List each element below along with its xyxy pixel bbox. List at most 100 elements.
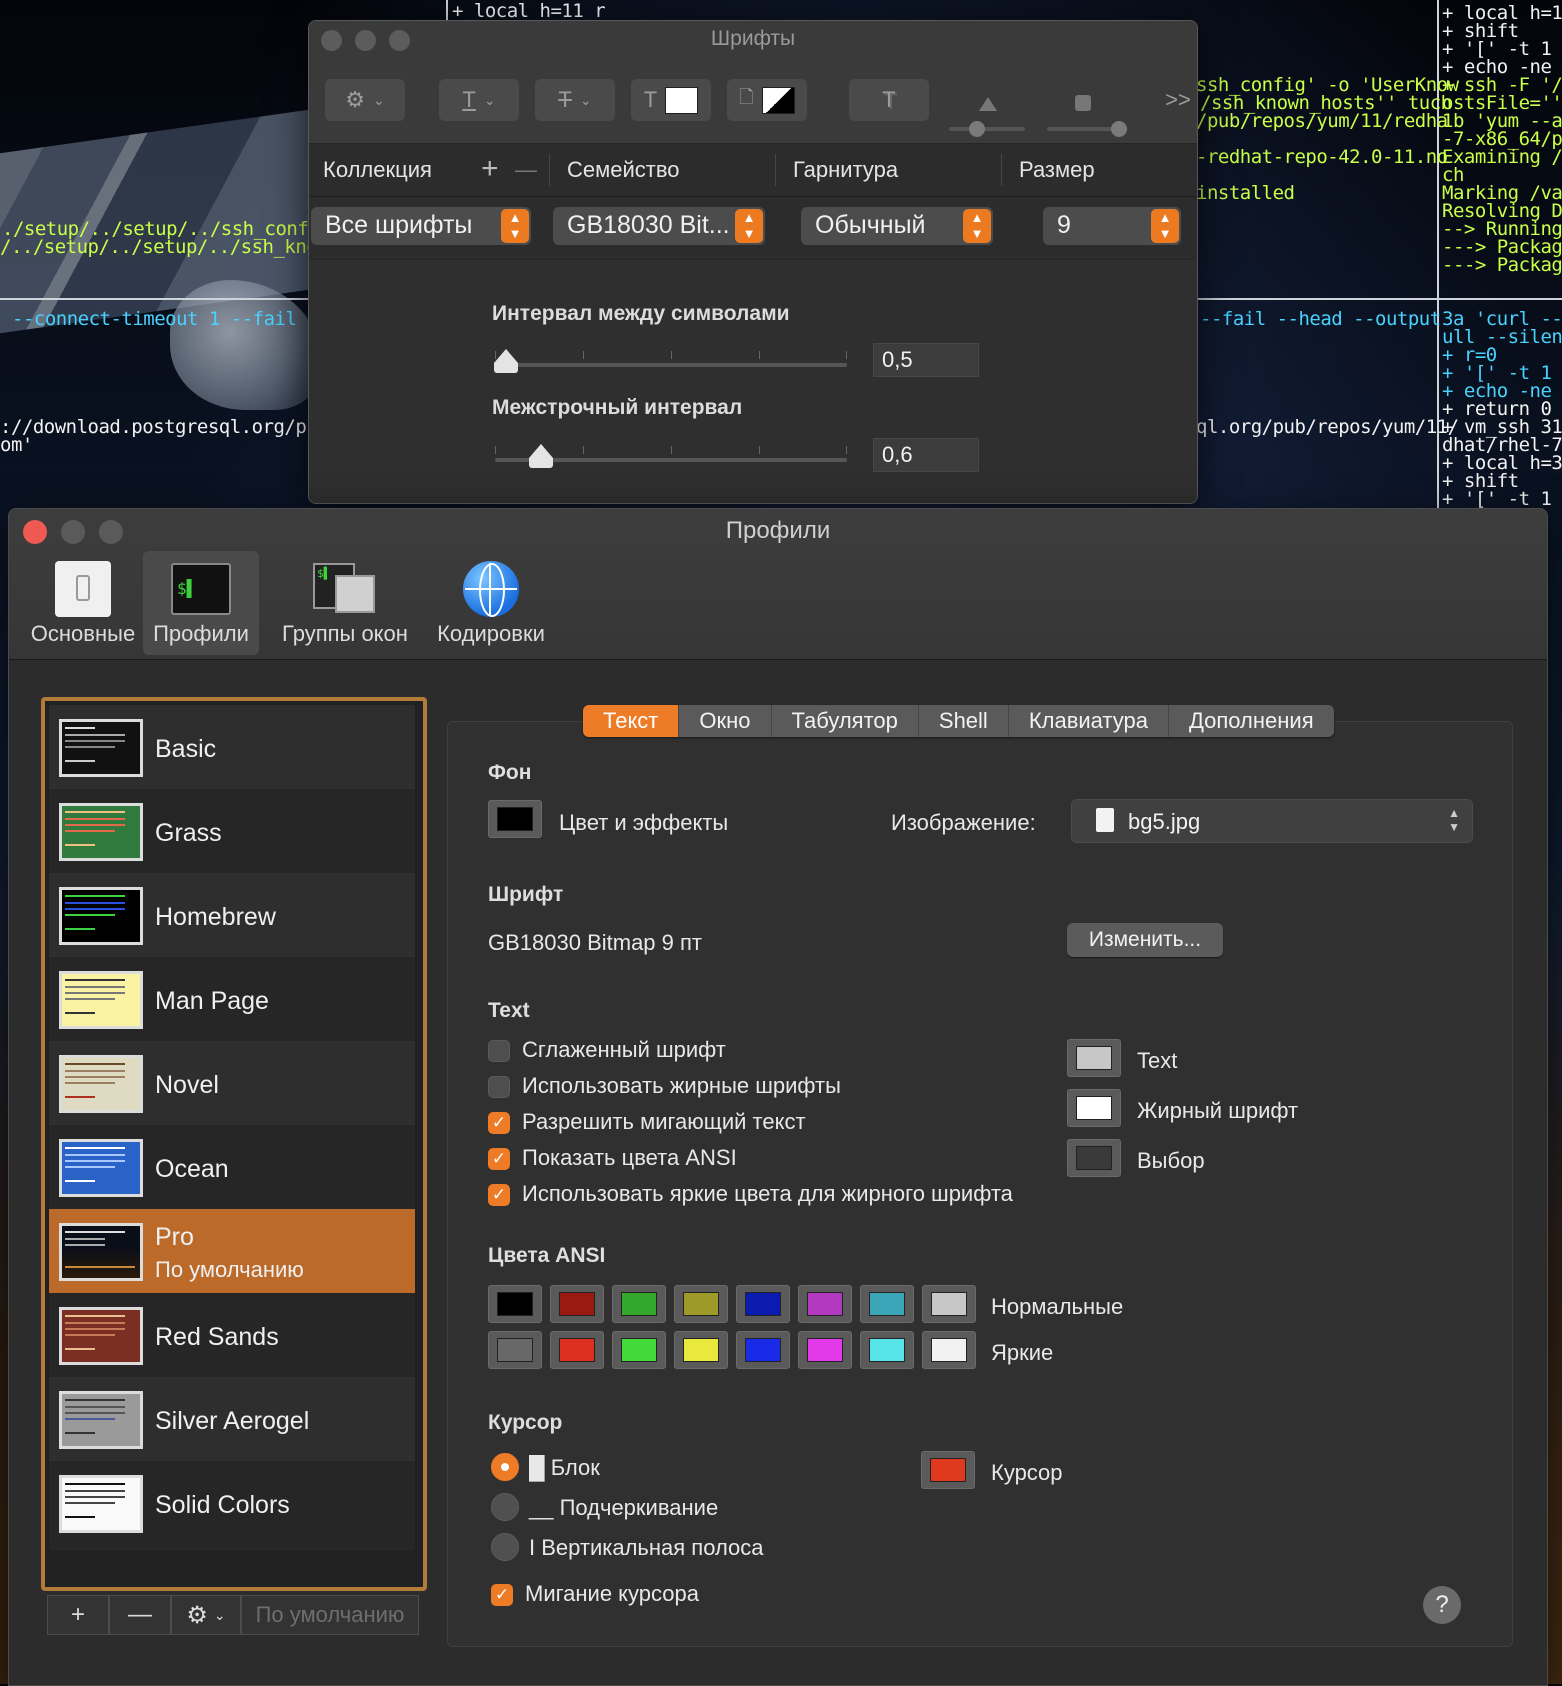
terminal-line: /pub/repos/yum/11/redha (1196, 110, 1448, 132)
cursor-underline-radio[interactable] (491, 1493, 519, 1521)
profile-name: Novel (155, 1071, 219, 1099)
remove-profile-button[interactable]: — (109, 1595, 171, 1635)
strikethrough-button[interactable]: T ⌄ (535, 79, 615, 121)
typeface-popup[interactable]: Обычный ▲ ▼ (801, 207, 993, 245)
collection-popup[interactable]: Все шрифты ▲ ▼ (311, 207, 531, 245)
ansi-normal-color-well-6[interactable] (860, 1285, 914, 1323)
pane-general[interactable]: Основные (13, 551, 153, 655)
bold-color-well[interactable] (1067, 1089, 1121, 1127)
ansi-normal-color-well-5[interactable] (798, 1285, 852, 1323)
profile-item-basic[interactable]: Basic (49, 705, 415, 795)
size-popup[interactable]: 9 ▲ ▼ (1043, 207, 1181, 245)
profile-thumbnail (59, 1475, 143, 1533)
ansi-bright-color-well-2[interactable] (612, 1331, 666, 1369)
ansi-normal-color-well-7[interactable] (922, 1285, 976, 1323)
tab-window[interactable]: Окно (679, 705, 772, 737)
tab-shell[interactable]: Shell (919, 705, 1009, 737)
pane-profiles[interactable]: $▌ Профили (143, 551, 259, 655)
antialias-checkbox[interactable] (488, 1040, 510, 1062)
family-value: GB18030 Bit... (567, 211, 730, 239)
document-color-swatch (761, 86, 795, 114)
help-button[interactable]: ? (1423, 1586, 1461, 1624)
terminal-line: ---> Package (1442, 254, 1562, 276)
line-spacing-thumb[interactable] (528, 444, 553, 468)
shadow-button[interactable]: T (849, 79, 929, 121)
tab-keyboard[interactable]: Клавиатура (1009, 705, 1169, 737)
more-toolbar-button[interactable]: >> (1161, 79, 1195, 121)
char-spacing-slider[interactable] (493, 349, 847, 373)
tab-advanced[interactable]: Дополнения (1169, 705, 1334, 737)
selection-color-well[interactable] (1067, 1139, 1121, 1177)
text-color-button[interactable]: T (631, 79, 711, 121)
bright-bold-label: Использовать яркие цвета для жирного шри… (522, 1181, 1013, 1206)
change-font-button[interactable]: Изменить... (1067, 923, 1223, 957)
bold-fonts-checkbox[interactable] (488, 1076, 510, 1098)
action-menu-button[interactable]: ⚙ ⌄ (325, 79, 405, 121)
document-color-button[interactable]: 🗋 (727, 79, 807, 121)
ansi-normal-color-well-2[interactable] (612, 1285, 666, 1323)
ansi-normal-color-well-0[interactable] (488, 1285, 542, 1323)
set-default-button[interactable]: По умолчанию (241, 1595, 419, 1635)
profile-actions-button[interactable]: ⚙ ⌄ (171, 1595, 241, 1635)
tab-tab[interactable]: Табулятор (772, 705, 919, 737)
char-spacing-thumb[interactable] (493, 349, 518, 373)
line-spacing-slider[interactable] (495, 444, 847, 468)
ansi-normal-color-well-4[interactable] (736, 1285, 790, 1323)
ansi-normal-color-well-1[interactable] (550, 1285, 604, 1323)
profile-item-grass[interactable]: Grass (49, 789, 415, 879)
profile-item-novel[interactable]: Novel (49, 1041, 415, 1131)
pane-window-groups[interactable]: $▌ Группы окон (263, 551, 427, 655)
ansi-bright-color-well-4[interactable] (736, 1331, 790, 1369)
ansi-bright-color-well-5[interactable] (798, 1331, 852, 1369)
background-image-select[interactable]: bg5.jpg ▲ ▼ (1071, 799, 1473, 843)
profile-item-red-sands[interactable]: Red Sands (49, 1293, 415, 1383)
ansi-normal-color-well-3[interactable] (674, 1285, 728, 1323)
terminal-line: ://download.postgresql.org/pub/ (0, 416, 340, 438)
profile-item-pro[interactable]: Pro По умолчанию (49, 1209, 415, 1299)
ansi-bright-color-well-1[interactable] (550, 1331, 604, 1369)
cursor-block-radio[interactable] (491, 1453, 519, 1481)
font-section-title: Шрифт (488, 883, 564, 906)
fonts-column-headers: Коллекция + — Семейство Гарнитура Размер (309, 144, 1197, 197)
cursor-blink-checkbox[interactable]: ✓ (491, 1584, 513, 1606)
ansi-bright-color-well-7[interactable] (922, 1331, 976, 1369)
terminal-line: ql.org/pub/repos/yum/11/ (1196, 416, 1459, 438)
profile-item-homebrew[interactable]: Homebrew (49, 873, 415, 963)
text-color-well[interactable] (1067, 1039, 1121, 1077)
terminal-line: /../setup/../setup/../ssh_known (0, 236, 340, 258)
ansi-bright-color-well-6[interactable] (860, 1331, 914, 1369)
text-color-label: Text (1137, 1048, 1178, 1073)
gear-icon: ⚙ (345, 87, 365, 112)
image-label: Изображение: (891, 810, 1036, 835)
terminal-line: + local h=11 r (452, 0, 606, 22)
underline-button[interactable]: T ⌄ (439, 79, 519, 121)
background-color-well[interactable] (488, 800, 542, 838)
shadow-blur-knob[interactable] (1111, 121, 1127, 137)
remove-collection-button[interactable]: — (515, 157, 537, 183)
pane-encodings[interactable]: Кодировки (421, 551, 561, 655)
bright-bold-checkbox[interactable]: ✓ (488, 1184, 510, 1206)
ansi-colors-checkbox[interactable]: ✓ (488, 1148, 510, 1170)
line-spacing-field[interactable]: 0,6 (873, 438, 979, 472)
ansi-bright-color-well-0[interactable] (488, 1331, 542, 1369)
char-spacing-field[interactable]: 0,5 (873, 343, 979, 377)
profile-item-solid-colors[interactable]: Solid Colors (49, 1461, 415, 1551)
shadow-opacity-knob[interactable] (969, 121, 985, 137)
terminal-line: installed (1196, 182, 1295, 204)
profile-item-silver-aerogel[interactable]: Silver Aerogel (49, 1377, 415, 1467)
chevron-down-icon: ⌄ (483, 91, 496, 108)
cursor-bar-radio[interactable] (491, 1533, 519, 1561)
text-section-title: Text (488, 999, 530, 1022)
add-profile-button[interactable]: + (47, 1595, 109, 1635)
add-collection-button[interactable]: + (481, 152, 499, 186)
tab-text[interactable]: Текст (583, 705, 680, 737)
blinking-text-label: Разрешить мигающий текст (522, 1109, 806, 1134)
shadow-opacity-slider[interactable] (949, 127, 1025, 131)
blinking-text-checkbox[interactable]: ✓ (488, 1112, 510, 1134)
profile-item-man-page[interactable]: Man Page (49, 957, 415, 1047)
profile-item-ocean[interactable]: Ocean (49, 1125, 415, 1215)
ansi-bright-color-well-3[interactable] (674, 1331, 728, 1369)
family-popup[interactable]: GB18030 Bit... ▲ ▼ (553, 207, 765, 245)
cursor-color-well[interactable] (921, 1451, 975, 1489)
image-file-icon (1096, 808, 1114, 832)
